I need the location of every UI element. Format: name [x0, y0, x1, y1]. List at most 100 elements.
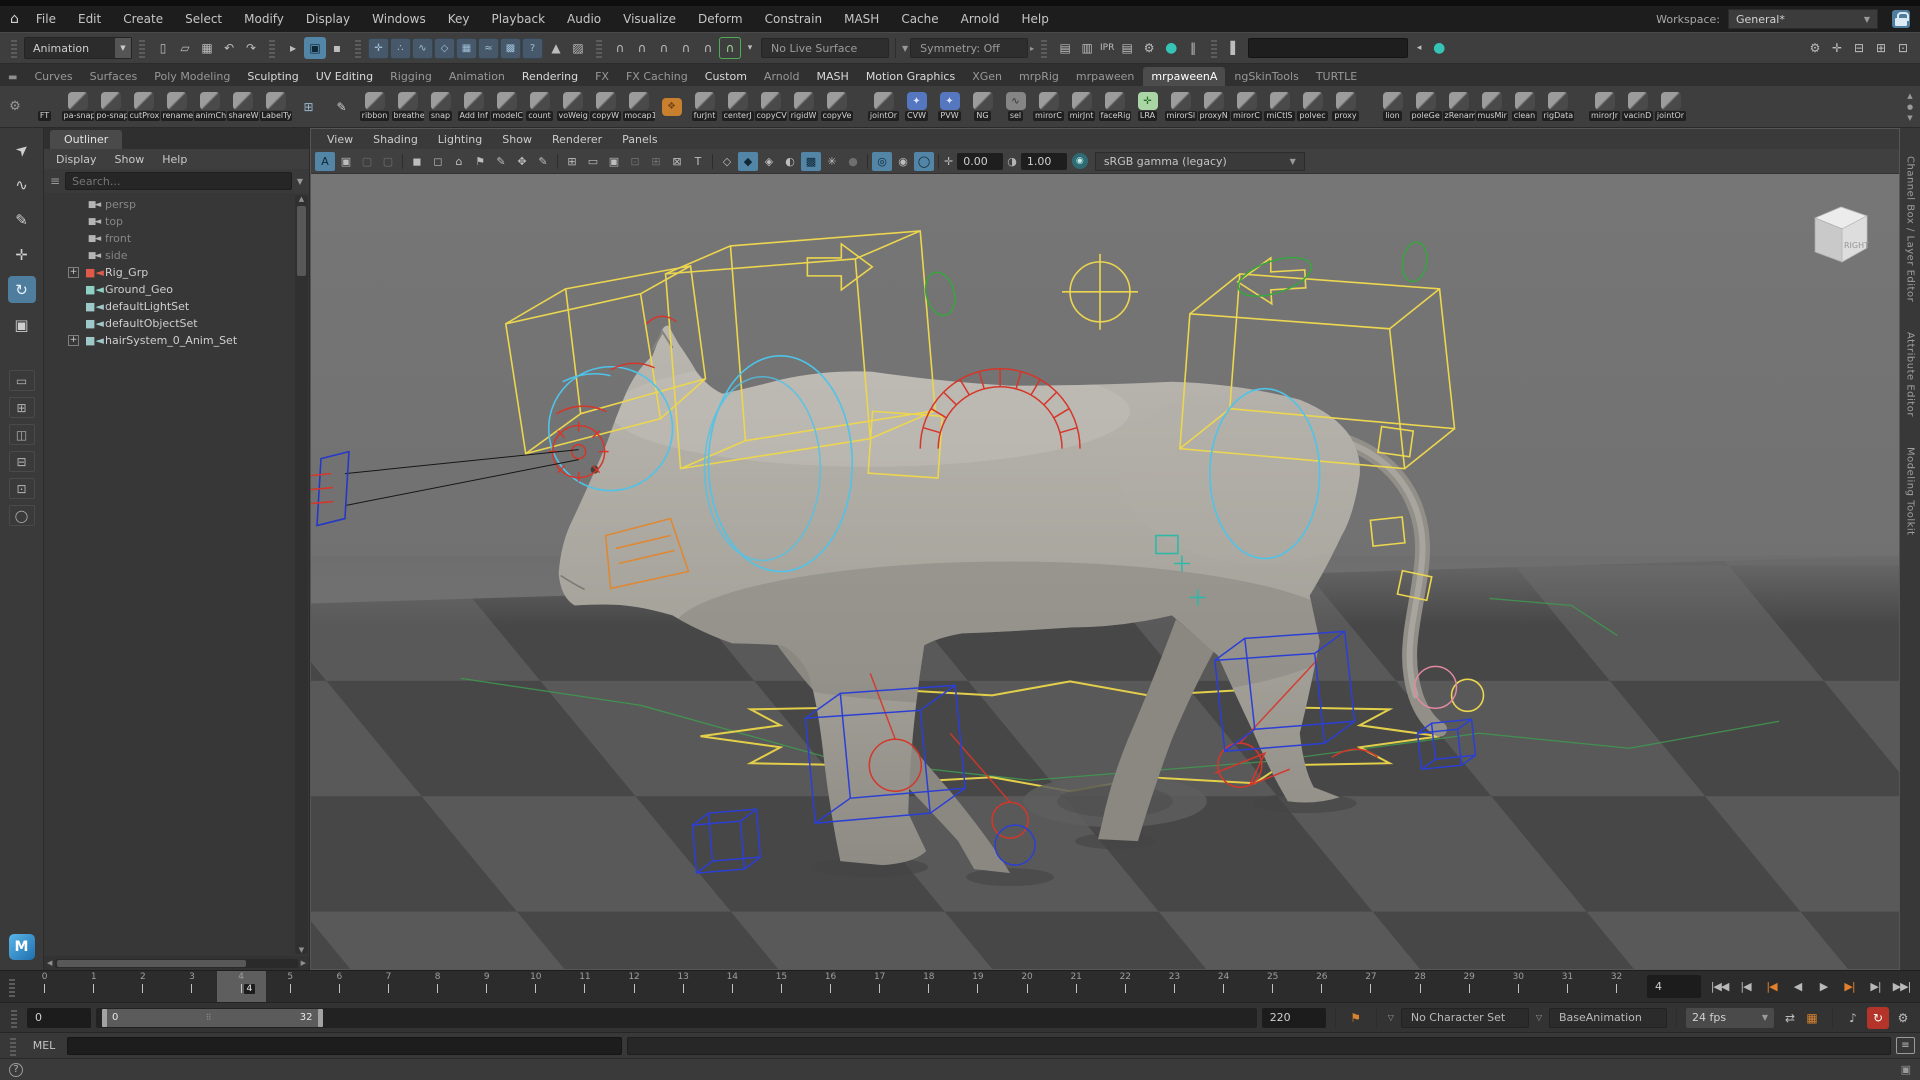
- shelf-button[interactable]: clean: [1508, 92, 1541, 121]
- shelf-button[interactable]: FT: [28, 92, 61, 121]
- shelf-button[interactable]: proxyN: [1197, 92, 1230, 121]
- shelf-button[interactable]: breathe: [391, 92, 424, 121]
- side-panel-tab[interactable]: Modeling Toolkit: [1905, 447, 1916, 536]
- chevron-down-icon[interactable]: ▼: [297, 177, 303, 186]
- bookmark-view-icon[interactable]: ⚑: [470, 152, 490, 171]
- outliner-item[interactable]: + ■◄ Rig_Grp: [44, 264, 309, 281]
- mask-points-icon[interactable]: ∴: [390, 38, 411, 59]
- camera-lock-icon[interactable]: ▣: [336, 152, 356, 171]
- menu-item[interactable]: Arnold: [950, 12, 1011, 26]
- section-grip[interactable]: [11, 38, 17, 58]
- select-component-icon[interactable]: ▪: [326, 37, 348, 59]
- chevron-down-icon[interactable]: ▼: [902, 44, 908, 53]
- mask-curves-icon[interactable]: ∿: [412, 38, 433, 59]
- select-camera-icon[interactable]: ✥: [512, 152, 532, 171]
- shelf-button[interactable]: jointOr: [867, 92, 900, 121]
- workspace-lock-icon[interactable]: [1892, 10, 1910, 28]
- timeline-frame[interactable]: 7: [364, 971, 413, 1002]
- shelf-button[interactable]: ✎: [325, 98, 358, 116]
- timeline-frame[interactable]: 1: [69, 971, 118, 1002]
- safe-action-icon[interactable]: ⊠: [667, 152, 687, 171]
- mute-audio-icon[interactable]: ♪: [1842, 1007, 1864, 1029]
- shelf-tab[interactable]: Rendering: [514, 67, 586, 86]
- timeline-frame[interactable]: 3: [167, 971, 216, 1002]
- shelf-button[interactable]: poleGe: [1409, 92, 1442, 121]
- menu-item[interactable]: Edit: [67, 12, 112, 26]
- section-grip[interactable]: [269, 38, 275, 58]
- menu-item[interactable]: Audio: [556, 12, 612, 26]
- snap-view-plane-icon[interactable]: ∩: [697, 37, 719, 59]
- select-object-icon[interactable]: ▣: [304, 37, 326, 59]
- section-grip[interactable]: [139, 38, 145, 58]
- shelf-button[interactable]: jointOr: [1654, 92, 1687, 121]
- character-set-field[interactable]: No Character Set: [1401, 1008, 1529, 1028]
- outliner-item[interactable]: ■◄ side: [44, 247, 309, 264]
- camera-home-icon[interactable]: ⌂: [449, 152, 469, 171]
- outliner-item[interactable]: ■◄ top: [44, 213, 309, 230]
- shelf-button[interactable]: mocap1: [622, 92, 655, 121]
- shelf-button[interactable]: po-snap: [94, 92, 127, 121]
- highlight-new-features-icon[interactable]: ●: [1428, 37, 1450, 59]
- section-grip[interactable]: [355, 38, 361, 58]
- isolate-selected-icon[interactable]: ◉: [893, 152, 913, 171]
- step-back-frame-button[interactable]: |◀: [1733, 976, 1758, 998]
- timeline-frame[interactable]: 23: [1150, 971, 1199, 1002]
- timeline-frame[interactable]: 32: [1592, 971, 1641, 1002]
- viewport-menu-item[interactable]: Renderer: [542, 133, 612, 146]
- shelf-button[interactable]: modelC: [490, 92, 523, 121]
- save-scene-icon[interactable]: ▦: [196, 37, 218, 59]
- timeline-frame[interactable]: 21: [1052, 971, 1101, 1002]
- shelf-button[interactable]: mirorC: [1230, 92, 1263, 121]
- mask-rendering-icon[interactable]: ▩: [500, 38, 521, 59]
- render-region-icon[interactable]: ▥: [1076, 37, 1098, 59]
- humanik-icon[interactable]: ✛: [1826, 37, 1848, 59]
- modeling-toolkit-icon[interactable]: ⚙: [1804, 37, 1826, 59]
- shelf-tab[interactable]: FX: [587, 67, 617, 86]
- menu-item[interactable]: Deform: [687, 12, 754, 26]
- render-sequence-icon[interactable]: ▤: [1116, 37, 1138, 59]
- single-pane-layout-icon[interactable]: ▭: [9, 370, 35, 391]
- mask-surfaces-icon[interactable]: ◇: [434, 38, 455, 59]
- shelf-button[interactable]: faceRig: [1098, 92, 1131, 121]
- outliner-item[interactable]: ■◄ defaultLightSet: [44, 298, 309, 315]
- expand-icon[interactable]: +: [68, 267, 79, 278]
- timeline-frame[interactable]: 20: [1003, 971, 1052, 1002]
- shelf-button[interactable]: snap: [424, 92, 457, 121]
- textured-mode-icon[interactable]: ◐: [780, 152, 800, 171]
- film-gate-icon[interactable]: ▭: [583, 152, 603, 171]
- lasso-tool-icon[interactable]: ∿: [8, 171, 36, 198]
- colorspace-select[interactable]: sRGB gamma (legacy)▼: [1095, 152, 1305, 171]
- move-tool-icon[interactable]: ✛: [8, 241, 36, 268]
- shelf-tab[interactable]: mrpaween: [1068, 67, 1142, 86]
- ipr-render-icon[interactable]: IPR: [1098, 37, 1116, 59]
- shelf-menu-icon[interactable]: ▬: [8, 72, 17, 83]
- split-pane-layout-icon[interactable]: ⊟: [9, 451, 35, 472]
- shelf-button[interactable]: [1362, 98, 1376, 116]
- shelf-button[interactable]: pa-snap: [61, 92, 94, 121]
- grid-toggle-icon[interactable]: ⊞: [562, 152, 582, 171]
- menu-item[interactable]: Constrain: [754, 12, 834, 26]
- pause-viewport-icon[interactable]: ‖: [1182, 37, 1204, 59]
- mask-misc-icon[interactable]: ?: [522, 38, 543, 59]
- zoom-tool-icon[interactable]: ◯: [9, 505, 35, 526]
- timeline-frame[interactable]: 10: [511, 971, 560, 1002]
- outliner-tree[interactable]: ■◄ persp ■◄ top ■◄ front: [44, 193, 309, 956]
- timeline-frame[interactable]: 18: [904, 971, 953, 1002]
- viewport-menu-item[interactable]: Lighting: [428, 133, 492, 146]
- shelf-button[interactable]: musMir: [1475, 92, 1508, 121]
- shelf-tab[interactable]: UV Editing: [308, 67, 381, 86]
- timeline-frame[interactable]: 24: [1199, 971, 1248, 1002]
- input-collapse-icon[interactable]: ◂: [1410, 37, 1428, 59]
- chevron-right-icon[interactable]: ▸: [1030, 44, 1034, 53]
- render-frame-icon[interactable]: ▤: [1054, 37, 1076, 59]
- workspace-select[interactable]: General*▼: [1728, 9, 1878, 29]
- viewport-menu-item[interactable]: Show: [492, 133, 542, 146]
- shelf-tab[interactable]: Motion Graphics: [858, 67, 963, 86]
- color-management-icon[interactable]: ◉: [1072, 153, 1088, 169]
- section-grip[interactable]: [596, 38, 602, 58]
- gate-mask-icon[interactable]: ⊡: [625, 152, 645, 171]
- outliner-tab[interactable]: Outliner: [50, 130, 122, 149]
- field-chart-icon[interactable]: ⊞: [646, 152, 666, 171]
- render-settings-icon[interactable]: ⚙: [1138, 37, 1160, 59]
- menu-item[interactable]: Visualize: [612, 12, 687, 26]
